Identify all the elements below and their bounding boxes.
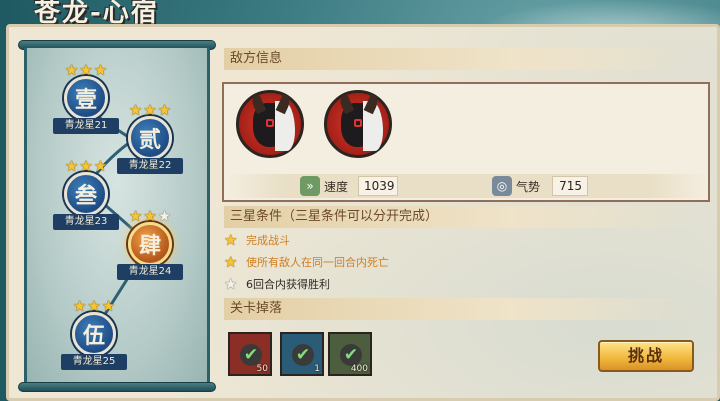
node-stars: ★ ★ ★ <box>65 298 123 314</box>
node-label: 青龙星24 <box>117 264 183 280</box>
star-icon: ★ <box>64 157 79 175</box>
enemy-portrait[interactable] <box>324 90 392 158</box>
momentum-icon: ◎ <box>492 176 512 196</box>
star-icon: ★ <box>157 101 172 119</box>
drop-item[interactable]: ✔ 400 <box>328 332 372 376</box>
drop-item[interactable]: ✔ 1 <box>280 332 324 376</box>
scroll-rod-bottom <box>18 382 216 392</box>
star-icon: ★ <box>93 157 108 175</box>
node-label: 青龙星25 <box>61 354 127 370</box>
stage-map-scroll: 壹 ★ ★ ★ 青龙星21 贰 ★ ★ ★ 青龙星22 叁 ★ ★ ★ 青龙星23 肆 ★ ★ ★ 青龙星24 … <box>18 40 216 392</box>
speed-value: 1039 <box>358 176 398 196</box>
star-icon: ★ <box>79 61 93 79</box>
star-icon: ★ <box>128 207 143 225</box>
star-icon: ★ <box>101 297 116 315</box>
check-icon: ✔ <box>240 344 262 366</box>
node-label: 青龙星22 <box>117 158 183 174</box>
node-medal: 贰 <box>128 116 172 160</box>
stage-node-25[interactable]: 伍 ★ ★ ★ 青龙星25 <box>59 298 129 376</box>
node-stars: ★ ★ ★ <box>121 208 179 224</box>
check-icon: ✔ <box>292 344 314 366</box>
star-icon: ★ <box>128 101 143 119</box>
node-label: 青龙星21 <box>53 118 119 134</box>
enemy-portrait[interactable] <box>236 90 304 158</box>
check-icon: ✔ <box>340 344 362 366</box>
star-icon: ★ <box>143 101 157 119</box>
node-medal: 叁 <box>64 172 108 216</box>
speed-label: 速度 <box>324 180 349 194</box>
star-icon: ★ <box>87 297 101 315</box>
node-stars: ★ ★ ★ <box>57 158 115 174</box>
stage-node-23[interactable]: 叁 ★ ★ ★ 青龙星23 <box>51 158 121 236</box>
stage-node-24[interactable]: 肆 ★ ★ ★ 青龙星24 <box>115 208 185 286</box>
enemy-stats-row: » 速度 1039 ◎ 气势 715 <box>226 174 708 198</box>
node-stars: ★ ★ ★ <box>121 102 179 118</box>
challenge-button[interactable]: 挑战 <box>598 340 694 372</box>
momentum-label: 气势 <box>516 180 541 194</box>
star-icon: ★ <box>224 231 238 249</box>
enemy-info-header: 敌方信息 <box>224 48 702 70</box>
node-medal: 肆 <box>128 222 172 266</box>
star-icon: ★ <box>79 157 93 175</box>
speed-icon: » <box>300 176 320 196</box>
stage-node-21[interactable]: 壹 ★ ★ ★ 青龙星21 <box>51 62 121 140</box>
star-icon: ★ <box>64 61 79 79</box>
conditions-header: 三星条件（三星条件可以分开完成） <box>224 206 702 228</box>
drops-header: 关卡掉落 <box>224 298 702 320</box>
momentum-value: 715 <box>552 176 588 196</box>
enemy-info-box: » 速度 1039 ◎ 气势 715 <box>222 82 710 202</box>
star-icon: ★ <box>224 253 238 271</box>
stage-map: 壹 ★ ★ ★ 青龙星21 贰 ★ ★ ★ 青龙星22 叁 ★ ★ ★ 青龙星23 肆 ★ ★ ★ 青龙星24 … <box>24 48 210 384</box>
drop-item[interactable]: ✔ 50 <box>228 332 272 376</box>
star-outline-icon: ★ <box>224 275 238 293</box>
star-outline-icon: ★ <box>157 207 172 225</box>
node-label: 青龙星23 <box>53 214 119 230</box>
node-stars: ★ ★ ★ <box>57 62 115 78</box>
star-icon: ★ <box>93 61 108 79</box>
node-medal: 伍 <box>72 312 116 356</box>
star-icon: ★ <box>72 297 87 315</box>
stage-node-22[interactable]: 贰 ★ ★ ★ 青龙星22 <box>115 102 185 180</box>
star-icon: ★ <box>143 207 157 225</box>
node-medal: 壹 <box>64 76 108 120</box>
